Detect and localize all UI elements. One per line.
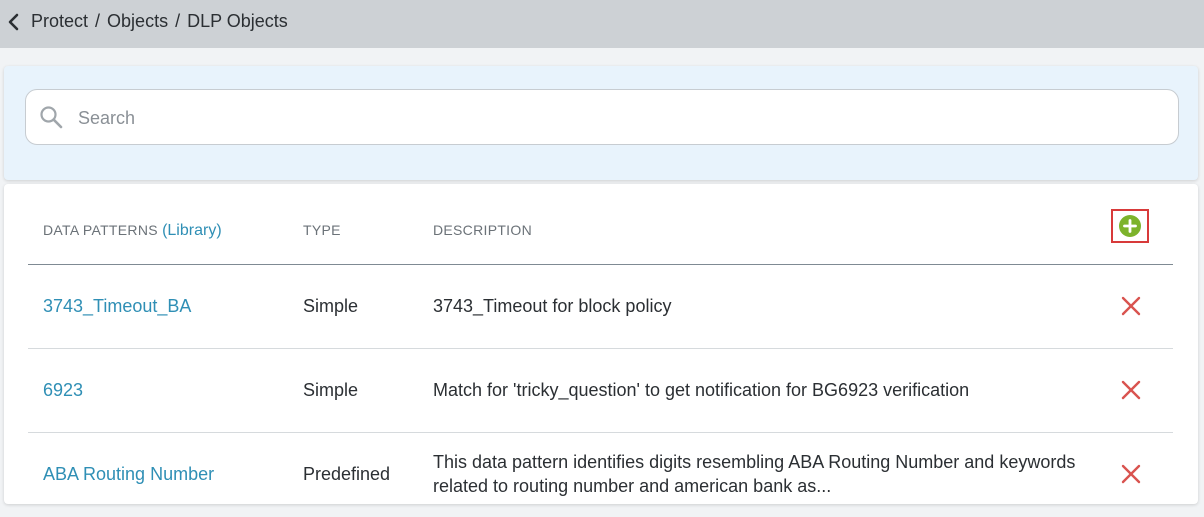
data-pattern-description: 3743_Timeout for block policy xyxy=(433,296,672,316)
close-icon[interactable] xyxy=(1121,464,1141,484)
table-row: 3743_Timeout_BA Simple 3743_Timeout for … xyxy=(28,265,1173,349)
data-pattern-name-link[interactable]: ABA Routing Number xyxy=(43,464,214,485)
breadcrumb-protect[interactable]: Protect xyxy=(31,11,88,32)
search-panel xyxy=(4,66,1198,180)
data-pattern-type: Simple xyxy=(303,380,359,400)
breadcrumb: Protect / Objects / DLP Objects xyxy=(31,11,288,32)
table-row: 6923 Simple Match for 'tricky_question' … xyxy=(28,349,1173,433)
table-row: ABA Routing Number Predefined This data … xyxy=(28,433,1173,517)
breadcrumb-separator: / xyxy=(175,11,181,31)
breadcrumb-separator: / xyxy=(95,11,101,31)
header-data-patterns-label: DATA PATTERNS xyxy=(43,222,158,238)
close-icon[interactable] xyxy=(1121,380,1141,400)
data-pattern-type: Simple xyxy=(303,296,359,316)
data-pattern-type: Predefined xyxy=(303,464,391,484)
breadcrumb-objects[interactable]: Objects xyxy=(107,11,168,32)
column-header-type: TYPE xyxy=(303,222,341,238)
chevron-left-icon[interactable] xyxy=(6,12,20,32)
add-data-pattern-button[interactable] xyxy=(1111,209,1149,243)
data-patterns-table: DATA PATTERNS (Library) TYPE DESCRIPTION… xyxy=(4,184,1198,504)
breadcrumb-dlp-objects: DLP Objects xyxy=(187,11,288,31)
data-pattern-name-link[interactable]: 6923 xyxy=(43,380,83,401)
data-pattern-description: Match for 'tricky_question' to get notif… xyxy=(433,380,970,400)
column-header-data-patterns: DATA PATTERNS (Library) xyxy=(43,222,222,240)
column-header-description: DESCRIPTION xyxy=(433,222,532,238)
data-pattern-name-link[interactable]: 3743_Timeout_BA xyxy=(43,296,191,317)
close-icon[interactable] xyxy=(1121,296,1141,316)
search-box[interactable] xyxy=(25,89,1179,146)
data-pattern-description: This data pattern identifies digits rese… xyxy=(433,452,1076,496)
search-icon xyxy=(40,106,63,129)
top-bar: Protect / Objects / DLP Objects xyxy=(0,0,1204,48)
plus-circle-icon xyxy=(1119,215,1141,237)
library-link[interactable]: (Library) xyxy=(162,222,222,239)
search-input[interactable] xyxy=(76,90,1170,146)
